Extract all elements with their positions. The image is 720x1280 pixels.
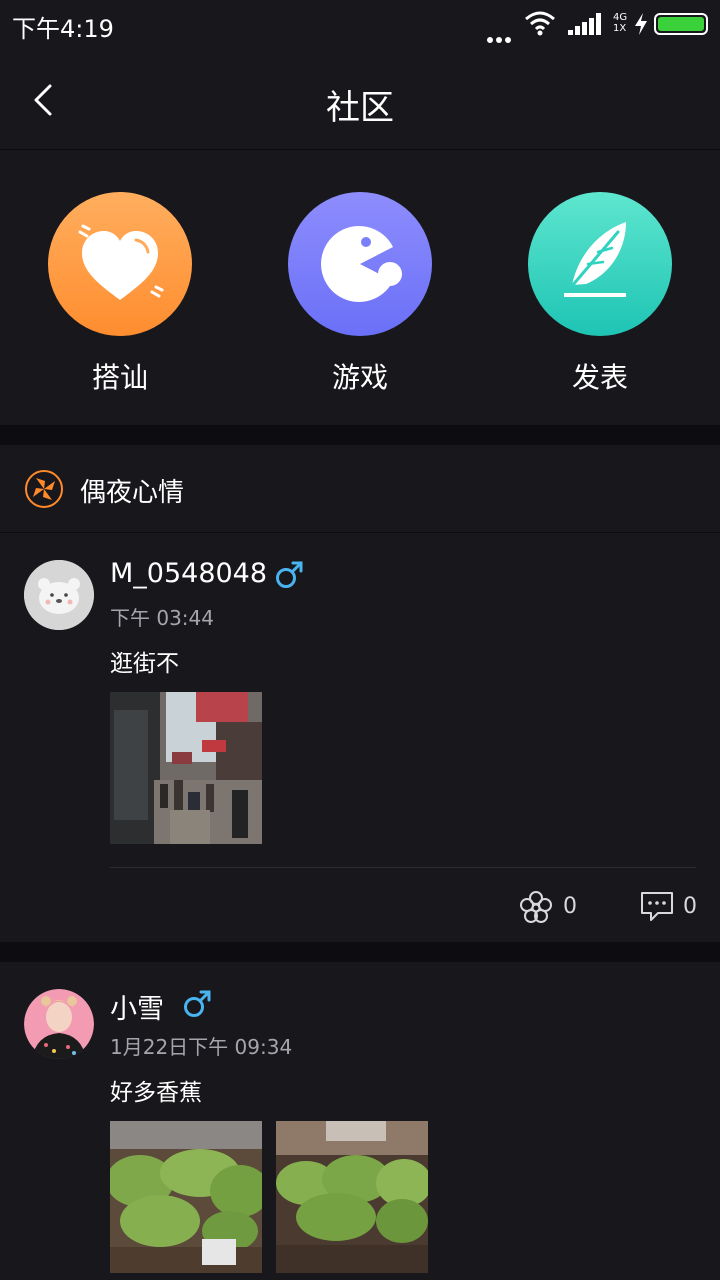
post-time: 1月22日下午 09:34 — [110, 1035, 293, 1059]
quick-actions: 搭讪 游戏 发表 — [0, 151, 720, 425]
polar-bear-icon — [24, 560, 94, 630]
girl-avatar[interactable] — [24, 989, 94, 1059]
banana-photo-2[interactable] — [276, 1121, 428, 1273]
action-chat-up-label: 搭讪 — [91, 361, 148, 394]
post-text: 逛街不 — [110, 651, 179, 677]
post-username[interactable]: 小雪 — [110, 987, 164, 1026]
comment-count: 0 — [683, 894, 697, 919]
like-count: 0 — [563, 894, 577, 919]
polar-bear-avatar[interactable] — [24, 560, 94, 630]
status-bar: 下午4:19 4G 1X — [0, 0, 720, 50]
network-type-bottom: 1X — [613, 23, 627, 34]
male-gender-icon — [184, 990, 211, 1017]
wifi-icon — [525, 11, 555, 36]
network-type-top: 4G — [613, 12, 628, 23]
post-username[interactable]: M_0548048 — [110, 558, 267, 589]
feather-icon — [564, 222, 626, 297]
male-gender-icon — [276, 561, 303, 588]
post-divider — [0, 942, 720, 962]
banana-photo-1[interactable] — [110, 1121, 262, 1273]
battery-icon — [654, 13, 708, 35]
action-game-circle — [288, 192, 432, 336]
signal-icon — [568, 13, 601, 35]
status-time: 下午4:19 — [12, 15, 114, 43]
like-button[interactable]: 0 — [518, 889, 578, 925]
comment-icon — [641, 892, 673, 921]
page-title: 社区 — [326, 88, 394, 128]
post-card[interactable]: M_0548048 下午 03:44 逛街不 0 0 — [0, 534, 720, 941]
action-game[interactable]: 游戏 — [288, 192, 432, 396]
more-dots-icon — [487, 28, 514, 47]
post-card[interactable]: 小雪 1月22日下午 09:34 好多香蕉 — [0, 963, 720, 1280]
section-divider — [0, 425, 720, 445]
action-publish[interactable]: 发表 — [528, 192, 672, 396]
post-text: 好多香蕉 — [110, 1080, 202, 1106]
section-title: 偶夜心情 — [80, 478, 185, 508]
charging-bolt-icon — [635, 13, 647, 35]
action-chat-up-circle — [48, 192, 192, 336]
battery-level — [658, 17, 704, 31]
network-type: 4G 1X — [613, 12, 627, 34]
post-time: 下午 03:44 — [110, 606, 214, 630]
action-game-label: 游戏 — [331, 361, 388, 394]
post-separator — [110, 867, 696, 868]
action-chat-up[interactable]: 搭讪 — [48, 192, 192, 396]
action-publish-label: 发表 — [571, 361, 628, 394]
action-publish-circle — [528, 192, 672, 336]
pinwheel-icon — [25, 470, 63, 508]
section-header: 偶夜心情 — [0, 445, 720, 533]
community-screen: 下午4:19 4G 1X 社区 搭讪 游戏 发表 偶夜心情 M_0548048 … — [0, 0, 720, 1280]
street-photo[interactable] — [110, 692, 262, 844]
pacman-icon — [321, 226, 402, 302]
girl-avatar-image — [24, 989, 94, 1059]
flower-like-icon — [520, 891, 552, 923]
navigation-header: 社区 — [0, 50, 720, 150]
heart-icon — [78, 224, 164, 300]
comment-button[interactable]: 0 — [640, 889, 700, 925]
